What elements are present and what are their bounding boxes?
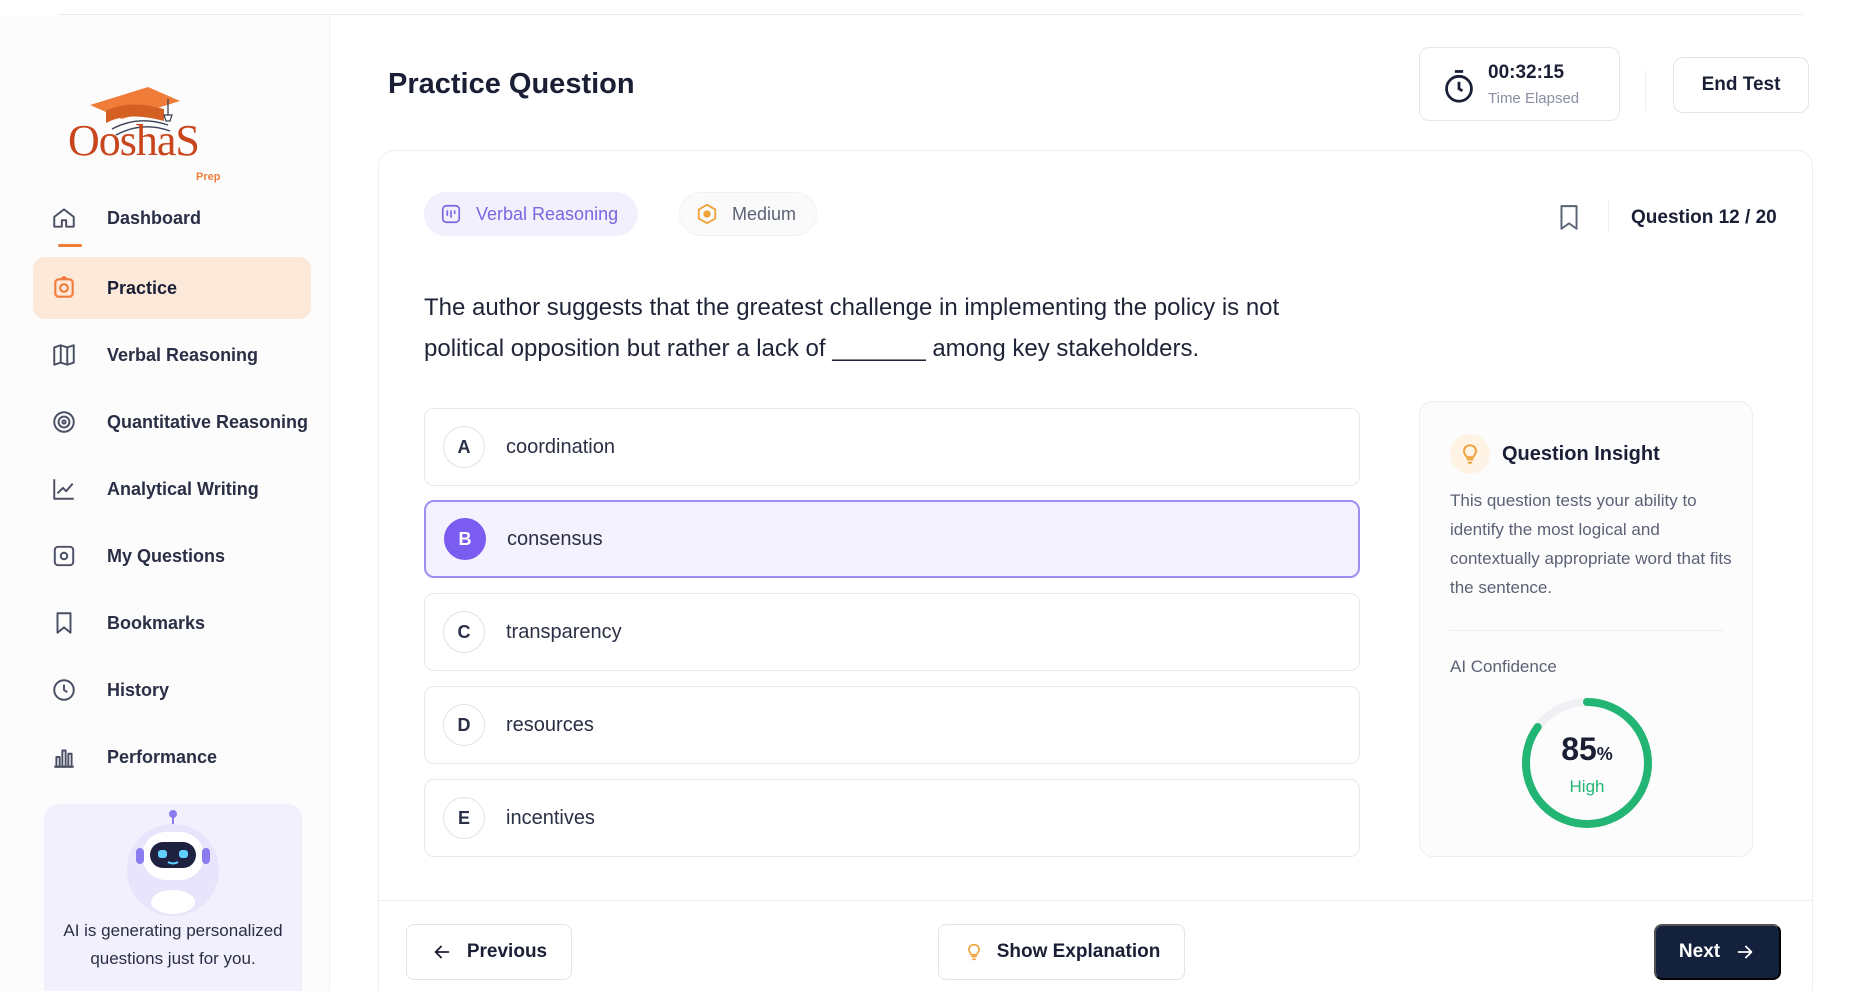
sidebar-item-performance[interactable]: Performance xyxy=(33,726,311,788)
brand-name: OoshaS xyxy=(68,116,200,165)
lightbulb-icon xyxy=(1450,434,1490,474)
sidebar: OoshaS Prep Dashboard Practice Verbal Re… xyxy=(0,15,330,991)
option-text: coordination xyxy=(506,435,615,458)
sidebar-item-label: Verbal Reasoning xyxy=(107,344,259,365)
bookmark-icon xyxy=(33,592,95,654)
insight-title: Question Insight xyxy=(1502,442,1660,465)
footer-divider xyxy=(379,900,1812,901)
option-letter: C xyxy=(443,611,485,653)
confidence-gauge: 85% High xyxy=(1519,695,1655,831)
question-counter: Question 12 / 20 xyxy=(1631,207,1777,228)
sidebar-item-practice[interactable]: Practice xyxy=(33,257,311,319)
sidebar-item-label: History xyxy=(107,679,170,700)
ai-promo-text: AI is generating personalized questions … xyxy=(63,921,283,968)
chart-line-icon xyxy=(33,458,95,520)
question-insight-panel: Question Insight This question tests you… xyxy=(1419,401,1753,857)
sidebar-item-label: Dashboard xyxy=(107,207,202,228)
sidebar-item-label: Quantitative Reasoning xyxy=(107,411,309,432)
book-icon xyxy=(33,324,95,386)
counter-divider xyxy=(1608,201,1609,233)
confidence-label: AI Confidence xyxy=(1450,657,1557,676)
clock-icon xyxy=(33,659,95,721)
active-indicator xyxy=(58,244,82,247)
sidebar-item-verbal-reasoning[interactable]: Verbal Reasoning xyxy=(33,324,311,386)
header-divider xyxy=(1645,70,1646,110)
sidebar-item-analytical-writing[interactable]: Analytical Writing xyxy=(33,458,311,520)
sidebar-item-label: Practice xyxy=(107,277,178,298)
brand-logo[interactable]: OoshaS Prep xyxy=(68,85,238,195)
stopwatch-icon xyxy=(1445,70,1473,103)
arrow-right-icon xyxy=(1737,945,1753,959)
brand-tagline: Prep xyxy=(196,171,221,183)
confidence-value: 85% xyxy=(1519,731,1655,768)
bookmark-icon[interactable] xyxy=(1556,204,1582,232)
topic-label: Verbal Reasoning xyxy=(476,203,619,224)
topic-chip: Verbal Reasoning xyxy=(424,192,639,236)
sidebar-item-history[interactable]: History xyxy=(33,659,311,721)
home-icon xyxy=(33,187,95,249)
sidebar-item-bookmarks[interactable]: Bookmarks xyxy=(33,592,311,654)
sidebar-item-my-questions[interactable]: My Questions xyxy=(33,525,311,587)
next-label: Next xyxy=(1678,941,1721,962)
end-test-button[interactable]: End Test xyxy=(1673,57,1809,113)
option-text: consensus xyxy=(507,527,603,550)
difficulty-chip: Medium xyxy=(679,192,818,236)
option-letter: A xyxy=(443,426,485,468)
timer: 00:32:15 Time Elapsed xyxy=(1419,47,1620,121)
explanation-label: Show Explanation xyxy=(996,941,1161,962)
lightbulb-icon xyxy=(967,943,980,961)
insight-divider xyxy=(1450,630,1724,631)
option-letter: B xyxy=(444,518,486,560)
confidence-number: 85 xyxy=(1561,731,1597,767)
difficulty-label: Medium xyxy=(732,203,797,224)
confidence-level: High xyxy=(1569,777,1605,796)
sidebar-item-quantitative-reasoning[interactable]: Quantitative Reasoning xyxy=(33,391,311,453)
show-explanation-button[interactable]: Show Explanation xyxy=(938,924,1185,980)
page-title: Practice Question xyxy=(388,68,635,100)
sidebar-item-dashboard[interactable]: Dashboard xyxy=(33,187,311,249)
option-c[interactable]: C transparency xyxy=(424,593,1360,671)
option-a[interactable]: A coordination xyxy=(424,408,1360,486)
timer-value: 00:32:15 xyxy=(1488,62,1565,83)
option-letter: E xyxy=(443,797,485,839)
sidebar-item-label: Bookmarks xyxy=(107,612,206,633)
insight-description: This question tests your ability to iden… xyxy=(1450,491,1732,597)
option-b[interactable]: B consensus xyxy=(424,500,1360,578)
practice-icon xyxy=(33,257,95,319)
previous-label: Previous xyxy=(466,941,548,962)
insight-header: Question Insight xyxy=(1450,434,1660,474)
arrow-left-icon xyxy=(434,945,450,959)
option-e[interactable]: E incentives xyxy=(424,779,1360,857)
option-text: incentives xyxy=(506,806,595,829)
question-box-icon xyxy=(33,525,95,587)
robot-icon xyxy=(118,810,228,916)
sidebar-item-label: Performance xyxy=(107,746,218,767)
option-d[interactable]: D resources xyxy=(424,686,1360,764)
previous-button[interactable]: Previous xyxy=(406,924,572,980)
difficulty-icon xyxy=(697,203,717,225)
target-icon xyxy=(33,391,95,453)
option-text: resources xyxy=(506,713,594,736)
timer-label: Time Elapsed xyxy=(1488,90,1580,107)
next-button[interactable]: Next xyxy=(1654,924,1781,980)
confidence-unit: % xyxy=(1596,744,1613,764)
option-text: transparency xyxy=(506,620,622,643)
option-letter: D xyxy=(443,704,485,746)
question-text: The author suggests that the greatest ch… xyxy=(424,294,1280,362)
sidebar-item-label: My Questions xyxy=(107,545,226,566)
book-icon xyxy=(441,204,461,224)
bar-chart-icon xyxy=(33,726,95,788)
ai-promo-card: AI is generating personalized questions … xyxy=(44,804,302,991)
sidebar-item-label: Analytical Writing xyxy=(107,478,259,499)
